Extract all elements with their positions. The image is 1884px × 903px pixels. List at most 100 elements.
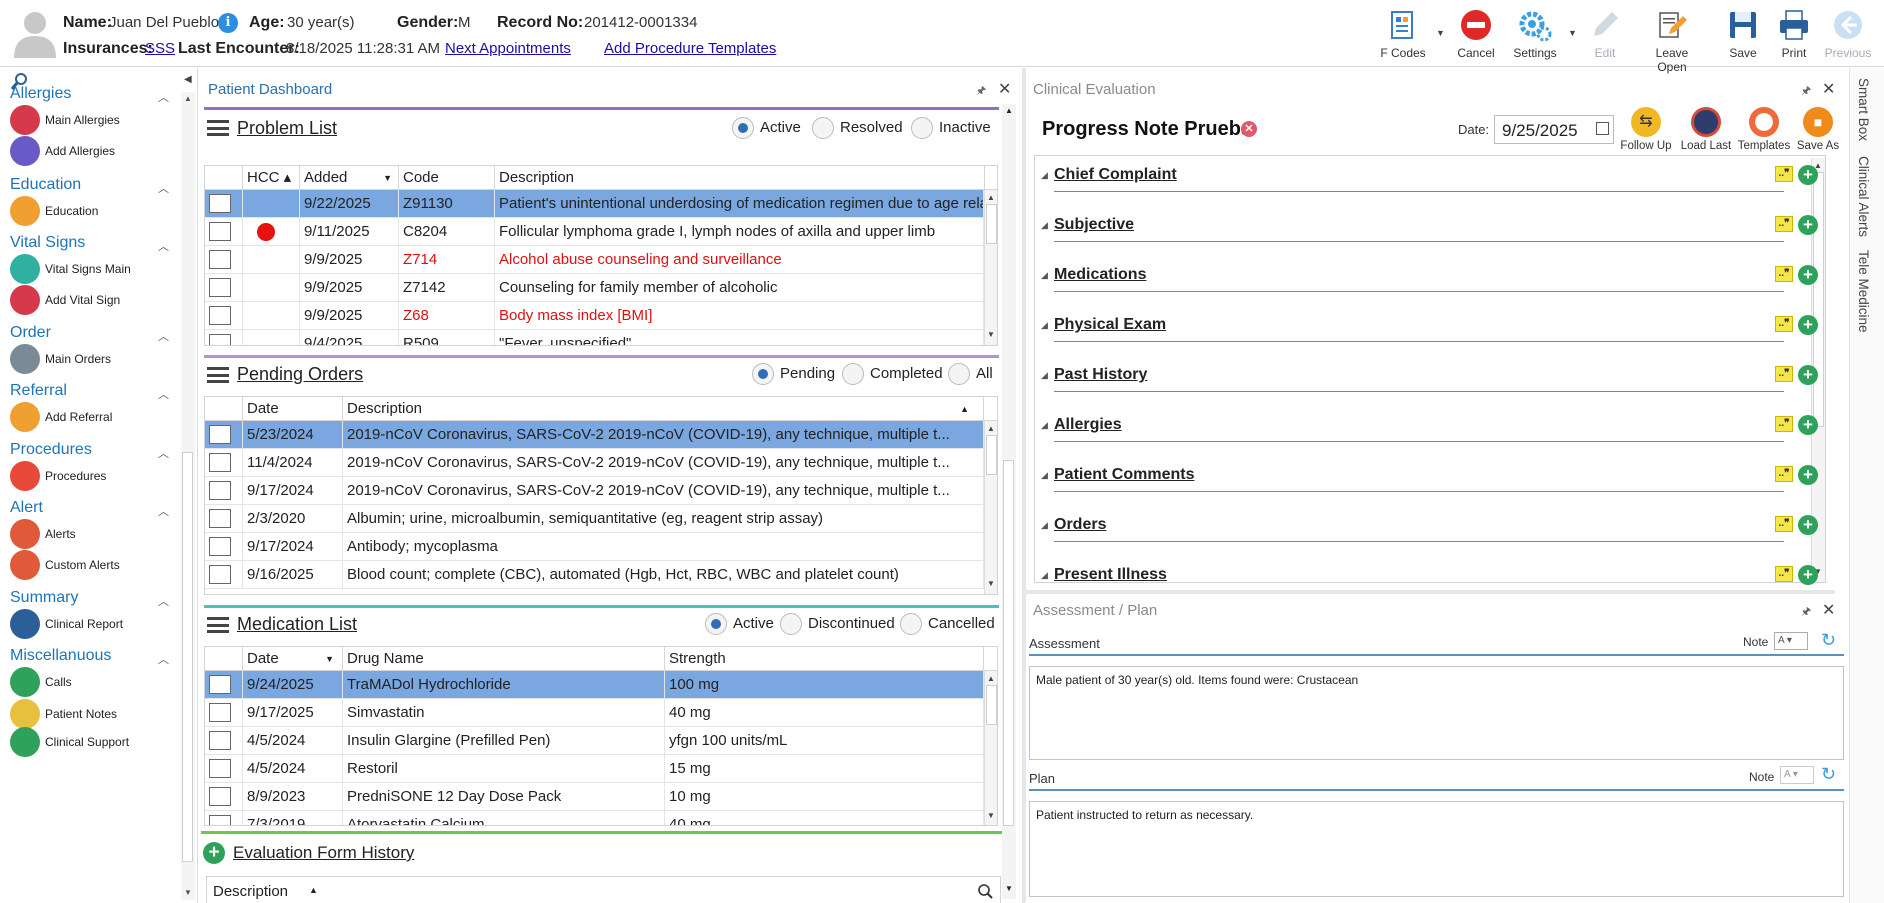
table-row[interactable]: 4/5/2024 Insulin Glargine (Prefilled Pen)… xyxy=(205,727,997,755)
calendar-icon[interactable] xyxy=(1596,122,1609,135)
fcodes-dropdown-icon[interactable]: ▼ xyxy=(1436,28,1445,38)
sidebar-section-referral[interactable]: Referral xyxy=(10,382,67,400)
note-format-dropdown[interactable]: A ▾ xyxy=(1774,632,1808,650)
table-row[interactable]: 9/11/2025 C8204 Follicular lymphoma grade … xyxy=(205,218,997,246)
quote-icon[interactable]: ..❞ xyxy=(1775,316,1793,332)
row-checkbox[interactable] xyxy=(209,731,231,750)
problem-list-title[interactable]: Problem List xyxy=(237,118,337,139)
chevron-up-icon[interactable]: ︿ xyxy=(158,328,169,344)
table-row[interactable]: 9/17/2024 2019-nCoV Coronavirus, SARS-CoV… xyxy=(205,477,997,505)
section-subjective[interactable]: ◢ Subjective ..❞ + xyxy=(1041,210,1818,260)
table-row[interactable]: 9/9/2025 Z714 Alcohol abuse counseling and… xyxy=(205,246,997,274)
sidebar-section-order[interactable]: Order xyxy=(10,324,51,342)
sidebar-item-add-referral[interactable]: Add Referral xyxy=(10,402,180,432)
row-checkbox[interactable] xyxy=(209,306,231,325)
close-icon[interactable]: ✕ xyxy=(1822,600,1835,620)
table-row[interactable]: 9/9/2025 Z7142 Counseling for family membe… xyxy=(205,274,997,302)
column-description[interactable]: Description ▲ xyxy=(343,397,984,421)
row-checkbox[interactable] xyxy=(209,537,231,556)
close-icon[interactable]: ✕ xyxy=(998,79,1011,99)
add-icon[interactable]: + xyxy=(1798,365,1818,385)
date-field[interactable]: 9/25/2025 xyxy=(1494,115,1614,144)
column-hcc[interactable]: HCC ▴ xyxy=(243,166,300,190)
info-icon[interactable]: i xyxy=(218,13,238,33)
add-procedure-templates-link[interactable]: Add Procedure Templates xyxy=(604,40,776,57)
sidebar-scrollbar[interactable]: ▲ ▼ xyxy=(181,92,195,900)
sidebar-item-add-vital-sign[interactable]: Add Vital Sign xyxy=(10,285,180,315)
add-icon[interactable]: + xyxy=(1798,315,1818,335)
sidebar-item-alerts[interactable]: Alerts xyxy=(10,519,180,549)
column-description[interactable]: Description xyxy=(495,166,985,190)
problem-list-scrollbar[interactable]: ▲ ▼ xyxy=(984,190,997,345)
pin-icon[interactable]: 🖈 xyxy=(1801,82,1811,101)
load-last-button[interactable]: Load Last xyxy=(1677,107,1735,152)
add-icon[interactable]: + xyxy=(1798,565,1818,585)
expand-icon[interactable]: ◢ xyxy=(1041,220,1048,231)
tab-tele-medicine[interactable]: Tele Medicine xyxy=(1856,250,1871,333)
expand-icon[interactable]: ◢ xyxy=(1041,370,1048,381)
refresh-icon[interactable]: ↻ xyxy=(1821,630,1836,651)
panel-splitter[interactable] xyxy=(1026,590,1835,594)
table-row[interactable]: 9/24/2025 TraMADol Hydrochloride 100 mg xyxy=(205,671,997,699)
sidebar-section-procedures[interactable]: Procedures xyxy=(10,441,92,459)
column-date[interactable]: Date xyxy=(243,397,343,421)
row-checkbox[interactable] xyxy=(209,250,231,269)
sidebar-item-add-allergies[interactable]: Add Allergies xyxy=(10,136,180,166)
section-allergies[interactable]: ◢ Allergies ..❞ + xyxy=(1041,410,1818,460)
chevron-up-icon[interactable]: ︿ xyxy=(158,238,169,254)
sidebar-section-vital-signs[interactable]: Vital Signs xyxy=(10,234,85,252)
quote-icon[interactable]: ..❞ xyxy=(1775,166,1793,182)
section-past-history[interactable]: ◢ Past History ..❞ + xyxy=(1041,360,1818,410)
expand-icon[interactable]: ◢ xyxy=(1041,570,1048,581)
expand-icon[interactable]: ◢ xyxy=(1041,170,1048,181)
row-checkbox[interactable] xyxy=(209,481,231,500)
table-row[interactable]: 9/17/2025 Simvastatin 40 mg xyxy=(205,699,997,727)
column-date[interactable]: Date ▼ xyxy=(243,647,343,671)
close-icon[interactable]: ✕ xyxy=(1822,79,1835,99)
medication-list-scrollbar[interactable]: ▲ ▼ xyxy=(984,671,997,825)
table-row[interactable]: 8/9/2023 PredniSONE 12 Day Dose Pack 10 mg xyxy=(205,783,997,811)
add-icon[interactable]: + xyxy=(1798,515,1818,535)
fcodes-button[interactable]: F Codes xyxy=(1373,6,1433,62)
chevron-up-icon[interactable]: ︿ xyxy=(158,445,169,461)
table-row[interactable]: 7/3/2019 Atorvastatin Calcium 40 mg xyxy=(205,811,997,825)
sidebar-item-calls[interactable]: Calls xyxy=(10,667,180,697)
table-row[interactable]: 9/22/2025 Z91130 Patient's unintentional u… xyxy=(205,190,997,218)
row-checkbox[interactable] xyxy=(209,453,231,472)
sidebar-item-patient-notes[interactable]: Patient Notes xyxy=(10,699,180,729)
table-row[interactable]: 4/5/2024 Restoril 15 mg xyxy=(205,755,997,783)
panel-splitter[interactable] xyxy=(1022,68,1026,903)
row-checkbox[interactable] xyxy=(209,509,231,528)
sidebar-item-custom-alerts[interactable]: Custom Alerts xyxy=(10,550,180,580)
section-patient-comments[interactable]: ◢ Patient Comments ..❞ + xyxy=(1041,460,1818,510)
edit-button[interactable]: Edit xyxy=(1575,6,1635,62)
sidebar-item-vital-signs-main[interactable]: Vital Signs Main xyxy=(10,254,180,284)
column-description[interactable]: Description xyxy=(213,883,288,900)
chevron-up-icon[interactable]: ︿ xyxy=(158,89,169,105)
add-icon[interactable]: + xyxy=(1798,165,1818,185)
sidebar-item-procedures[interactable]: Procedures xyxy=(10,461,180,491)
section-medications[interactable]: ◢ Medications ..❞ + xyxy=(1041,260,1818,310)
row-checkbox[interactable] xyxy=(209,334,231,345)
add-icon[interactable]: + xyxy=(1798,465,1818,485)
sidebar-section-education[interactable]: Education xyxy=(10,176,81,194)
follow-up-button[interactable]: ⇆ Follow Up xyxy=(1617,107,1675,152)
leave-open-button[interactable]: Leave Open xyxy=(1643,6,1701,74)
dashboard-scrollbar[interactable]: ▲ ▼ xyxy=(1002,104,1016,899)
table-row[interactable]: 9/17/2024 Antibody; mycoplasma xyxy=(205,533,997,561)
section-orders[interactable]: ◢ Orders ..❞ + xyxy=(1041,510,1818,560)
column-drug-name[interactable]: Drug Name xyxy=(343,647,665,671)
row-checkbox[interactable] xyxy=(209,565,231,584)
row-checkbox[interactable] xyxy=(209,703,231,722)
table-row[interactable]: 9/4/2025 R509 "Fever, unspecified" xyxy=(205,330,997,345)
pending-orders-scrollbar[interactable]: ▲ ▼ xyxy=(984,421,997,594)
quote-icon[interactable]: ..❞ xyxy=(1775,266,1793,282)
row-checkbox[interactable] xyxy=(209,222,231,241)
chevron-up-icon[interactable]: ︿ xyxy=(158,386,169,402)
note-format-dropdown[interactable]: A ▾ xyxy=(1780,766,1814,784)
row-checkbox[interactable] xyxy=(209,425,231,444)
search-icon[interactable] xyxy=(977,883,993,899)
refresh-icon[interactable]: ↻ xyxy=(1821,764,1836,785)
save-as-button[interactable]: ■ Save As xyxy=(1789,107,1847,152)
chevron-up-icon[interactable]: ︿ xyxy=(158,593,169,609)
